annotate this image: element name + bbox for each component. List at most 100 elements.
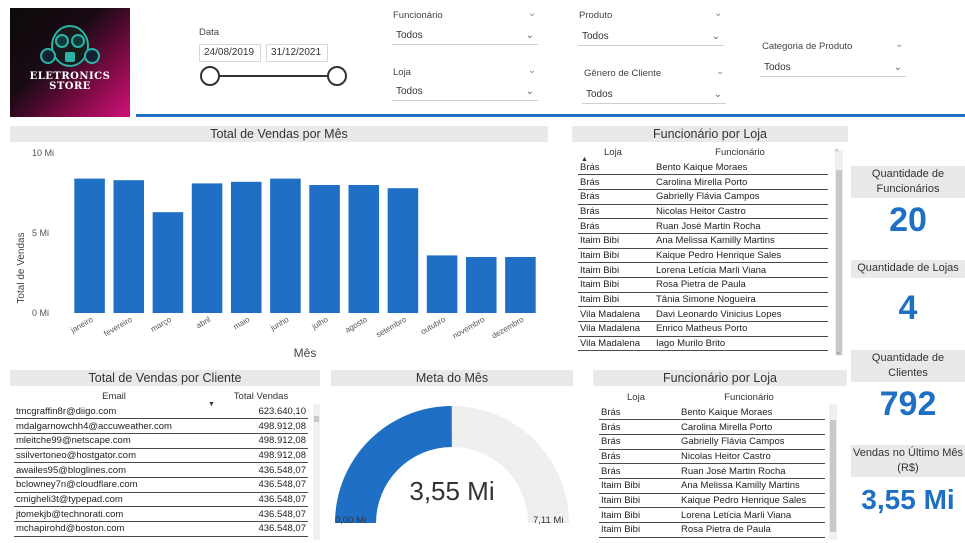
table-cell: 498.912,08: [214, 448, 308, 464]
scroll-up-icon[interactable]: ^: [835, 149, 838, 156]
table-row[interactable]: Brás Nicolas Heitor Castro: [578, 204, 828, 220]
loja-filter-label: Loja: [393, 67, 411, 78]
chevron-down-icon[interactable]: ⌄: [895, 39, 903, 50]
date-range-start-handle[interactable]: [200, 66, 220, 86]
table-row[interactable]: jtomekjb@technorati.com 436.548,07: [14, 506, 308, 522]
table-cell: Ruan José Martin Rocha: [652, 218, 828, 234]
chevron-down-icon[interactable]: ⌄: [716, 66, 724, 77]
gauge-min-label: 0,00 Mi: [335, 515, 367, 526]
table-row[interactable]: Itaim Bibi Lorena Letícia Marli Viana: [599, 507, 825, 523]
card-clientes-title: Quantidade de Clientes: [851, 350, 965, 382]
card-funcionarios-title: Quantidade de Funcionários: [851, 166, 965, 198]
table-cell: 436.548,07: [214, 506, 308, 522]
table-row[interactable]: Itaim Bibi Rosa Pietra de Paula: [599, 522, 825, 538]
date-range-end-handle[interactable]: [327, 66, 347, 86]
table-row[interactable]: Vila Madalena Davi Leonardo Vinicius Lope…: [578, 306, 828, 323]
clientes-title: Total de Vendas por Cliente: [10, 370, 320, 386]
table-row[interactable]: Brás Gabrielly Flávia Campos: [599, 434, 825, 450]
scrollbar-thumb[interactable]: [830, 420, 836, 532]
table-row[interactable]: Itaim Bibi Kaique Pedro Henrique Sales: [599, 493, 825, 509]
bar-setembro[interactable]: [387, 188, 419, 313]
bar-fevereiro[interactable]: [113, 180, 145, 313]
col-header-loja[interactable]: Loja: [599, 389, 673, 405]
table-row[interactable]: Brás Bento Kaique Moraes: [599, 405, 825, 421]
col-header-funcionario[interactable]: Funcionário: [673, 389, 825, 405]
col-header-total-vendas[interactable]: Total Vendas ▼: [208, 388, 308, 409]
table-row[interactable]: mchapirohd@boston.com 436.548,07: [14, 521, 308, 537]
bar-julho[interactable]: [309, 185, 340, 313]
table-row[interactable]: mdalgarnowchh4@accuweather.com 498.912,08: [14, 418, 308, 434]
table-row[interactable]: Itaim Bibi Tânia Simone Nogueira: [578, 292, 828, 308]
table-row[interactable]: Vila Madalena Enrico Matheus Porto: [578, 321, 828, 337]
func-loja-top-scrollbar[interactable]: [835, 150, 843, 356]
x-tick-label: janeiro: [68, 315, 95, 336]
table-cell: Tânia Simone Nogueira: [652, 292, 828, 308]
func-loja-bottom-title: Funcionário por Loja: [593, 370, 847, 386]
store-logo: ELETRONICS STORE: [10, 8, 130, 117]
chevron-down-icon[interactable]: ⌄: [714, 8, 722, 19]
sort-asc-icon: ▲: [581, 156, 588, 163]
table-cell: Ruan José Martin Rocha: [673, 463, 825, 479]
clientes-scrollbar[interactable]: [313, 404, 320, 540]
table-row[interactable]: Brás Ruan José Martin Rocha: [599, 463, 825, 479]
table-cell: jtomekjb@technorati.com: [14, 506, 214, 522]
table-row[interactable]: Itaim Bibi Rosa Pietra de Paula: [578, 277, 828, 293]
bar-janeiro[interactable]: [74, 178, 105, 313]
table-cell: Nicolas Heitor Castro: [652, 204, 828, 220]
table-cell: Vila Madalena: [578, 321, 652, 337]
date-end-input[interactable]: 31/12/2021: [266, 44, 328, 62]
card-funcionarios-value: 20: [889, 201, 927, 239]
table-cell: Ana Melissa Kamilly Martins: [652, 233, 828, 249]
x-tick-label: abril: [194, 315, 212, 330]
table-cell: 623.640,10: [214, 404, 308, 420]
bar-agosto[interactable]: [348, 185, 380, 313]
table-row[interactable]: Itaim Bibi Kaique Pedro Henrique Sales: [578, 248, 828, 264]
table-row[interactable]: awailes95@bloglines.com 436.548,07: [14, 462, 308, 478]
table-cell: mleitche99@netscape.com: [14, 433, 214, 449]
table-cell: Ana Melissa Kamilly Martins: [673, 478, 825, 494]
table-row[interactable]: Brás Carolina Mirella Porto: [599, 419, 825, 435]
table-row[interactable]: Itaim Bibi Ana Melissa Kamilly Martins: [599, 478, 825, 494]
bar-abril[interactable]: [191, 183, 223, 313]
table-cell: Itaim Bibi: [599, 507, 673, 523]
table-row[interactable]: tmcgraffin8r@diigo.com 623.640,10: [14, 404, 308, 420]
x-tick-label: setembro: [375, 315, 409, 340]
table-row[interactable]: Brás Ruan José Martin Rocha: [578, 218, 828, 234]
bar-março[interactable]: [152, 212, 184, 313]
table-row[interactable]: mleitche99@netscape.com 498.912,08: [14, 433, 308, 449]
col-header-email[interactable]: Email: [14, 388, 214, 404]
y-tick-label: 0 Mi: [32, 308, 49, 318]
scroll-down-icon[interactable]: ⌄: [835, 347, 842, 356]
categoria-dropdown[interactable]: Todos ⌄: [760, 59, 906, 77]
table-row[interactable]: Brás Nicolas Heitor Castro: [599, 449, 825, 465]
genero-dropdown[interactable]: Todos ⌄: [582, 86, 726, 104]
chevron-down-icon[interactable]: ⌄: [528, 8, 536, 19]
bar-novembro[interactable]: [465, 257, 497, 313]
table-row[interactable]: Itaim Bibi Ana Melissa Kamilly Martins: [578, 233, 828, 249]
table-row[interactable]: Vila Madalena Iago Murilo Brito: [578, 336, 828, 352]
x-tick-label: junho: [268, 315, 291, 333]
bar-dezembro[interactable]: [505, 257, 536, 313]
bar-maio[interactable]: [230, 181, 262, 313]
date-start-input[interactable]: 24/08/2019: [199, 44, 261, 62]
produto-dropdown[interactable]: Todos ⌄: [578, 28, 724, 46]
col-header-funcionario[interactable]: Funcionário: [652, 144, 828, 160]
table-row[interactable]: ssilvertoneo@hostgator.com 498.912,08: [14, 448, 308, 464]
table-row[interactable]: Brás Gabrielly Flávia Campos: [578, 189, 828, 205]
bar-outubro[interactable]: [426, 255, 458, 313]
table-cell: Kaique Pedro Henrique Sales: [652, 248, 828, 264]
bar-junho[interactable]: [270, 178, 301, 313]
funcionario-dropdown[interactable]: Todos ⌄: [392, 27, 538, 45]
scrollbar-thumb[interactable]: [314, 416, 319, 422]
table-row[interactable]: Itaim Bibi Lorena Letícia Marli Viana: [578, 262, 828, 278]
func-loja-bottom-scrollbar[interactable]: [829, 404, 837, 540]
gauge-value-label: 3,55 Mi: [409, 476, 495, 506]
col-header-loja[interactable]: Loja ▲: [578, 144, 652, 164]
scrollbar-thumb[interactable]: [836, 170, 842, 355]
table-row[interactable]: Brás Carolina Mirella Porto: [578, 174, 828, 190]
chevron-down-icon[interactable]: ⌄: [528, 65, 536, 76]
table-row[interactable]: cmigheli3t@typepad.com 436.548,07: [14, 492, 308, 508]
table-row[interactable]: bclowney7n@cloudflare.com 436.548,07: [14, 477, 308, 493]
loja-dropdown[interactable]: Todos ⌄: [392, 83, 538, 101]
table-row[interactable]: Brás Bento Kaique Moraes: [578, 160, 828, 176]
